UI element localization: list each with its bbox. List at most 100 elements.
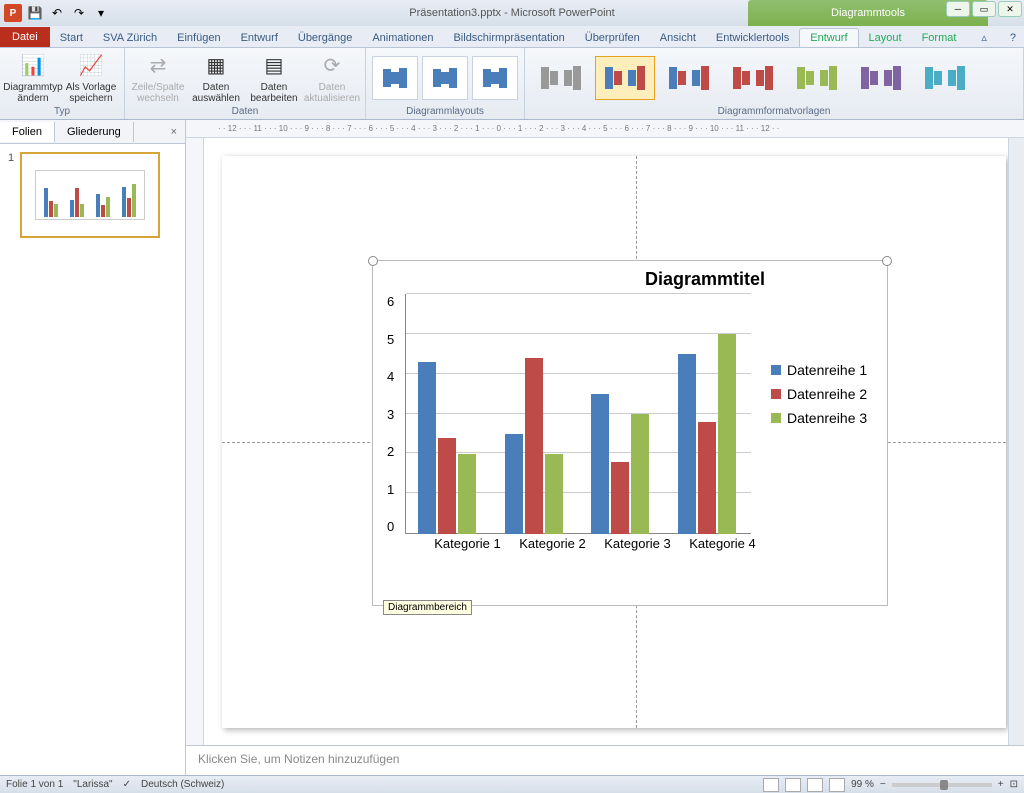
status-language[interactable]: Deutsch (Schweiz) — [141, 779, 224, 790]
chart-y-axis: 0123456 — [387, 294, 394, 534]
zoom-slider[interactable] — [892, 783, 992, 787]
group-label: Diagrammformatvorlagen — [531, 105, 1017, 117]
quick-access-toolbar: P 💾 ↶ ↷ ▾ — [0, 4, 114, 22]
chart-bar[interactable] — [678, 354, 696, 534]
zoom-out-button[interactable]: − — [880, 779, 886, 790]
slide-canvas[interactable]: Diagrammtitel 0123456 Kategorie 1Kategor… — [204, 138, 1008, 745]
tab-sva[interactable]: SVA Zürich — [93, 29, 167, 47]
refresh-data-button: ⟳Daten aktualisieren — [305, 52, 359, 104]
tab-insert[interactable]: Einfügen — [167, 29, 230, 47]
legend-item[interactable]: Datenreihe 1 — [771, 362, 867, 378]
chart-bar[interactable] — [458, 454, 476, 534]
chart-style-option[interactable] — [851, 56, 911, 100]
tab-file[interactable]: Datei — [0, 27, 50, 47]
label: Daten bearbeiten — [250, 82, 297, 104]
chart-style-option[interactable] — [659, 56, 719, 100]
tab-design[interactable]: Entwurf — [231, 29, 288, 47]
ribbon-group-type: 📊Diagrammtyp ändern 📈Als Vorlage speiche… — [0, 48, 125, 119]
powerpoint-icon: P — [4, 4, 22, 22]
chart-layout-option[interactable] — [372, 56, 418, 100]
ribbon-tabs: Datei Start SVA Zürich Einfügen Entwurf … — [0, 26, 1024, 48]
save-template-button[interactable]: 📈Als Vorlage speichern — [64, 52, 118, 104]
save-button[interactable]: 💾 — [26, 4, 44, 22]
title-bar: P 💾 ↶ ↷ ▾ Präsentation3.pptx - Microsoft… — [0, 0, 1024, 26]
chart-bar[interactable] — [525, 358, 543, 534]
ribbon-group-layouts: Diagrammlayouts — [366, 48, 525, 119]
label: Daten auswählen — [192, 82, 240, 104]
chart-tooltip: Diagrammbereich — [383, 600, 472, 615]
vertical-ruler — [186, 138, 204, 745]
chart-object[interactable]: Diagrammtitel 0123456 Kategorie 1Kategor… — [372, 260, 888, 606]
chart-style-option[interactable] — [595, 56, 655, 100]
thumb-number: 1 — [8, 152, 14, 238]
chart-bar[interactable] — [418, 362, 436, 534]
chart-bar[interactable] — [591, 394, 609, 534]
tab-chart-format[interactable]: Format — [912, 29, 967, 47]
close-button[interactable]: ✕ — [998, 1, 1022, 17]
group-label: Diagrammlayouts — [372, 105, 518, 117]
panel-tab-outline[interactable]: Gliederung — [55, 122, 134, 142]
tab-start[interactable]: Start — [50, 29, 93, 47]
chart-plot-area[interactable]: 0123456 Kategorie 1Kategorie 2Kategorie … — [401, 294, 751, 534]
ribbon-group-data: ⇄Zeile/Spalte wechseln ▦Daten auswählen … — [125, 48, 366, 119]
normal-view-button[interactable] — [763, 778, 779, 792]
panel-tab-slides[interactable]: Folien — [0, 122, 55, 142]
chart-style-option[interactable] — [723, 56, 783, 100]
tab-developer[interactable]: Entwicklertools — [706, 29, 799, 47]
ribbon-minimize[interactable]: ▵ — [973, 28, 995, 47]
chart-bar[interactable] — [611, 462, 629, 534]
maximize-button[interactable]: ▭ — [972, 1, 996, 17]
chart-layout-option[interactable] — [422, 56, 468, 100]
slideshow-view-button[interactable] — [829, 778, 845, 792]
select-data-button[interactable]: ▦Daten auswählen — [189, 52, 243, 104]
chart-title[interactable]: Diagrammtitel — [373, 261, 887, 294]
legend-item[interactable]: Datenreihe 3 — [771, 410, 867, 426]
tab-animations[interactable]: Animationen — [362, 29, 443, 47]
tab-view[interactable]: Ansicht — [650, 29, 706, 47]
chart-bar[interactable] — [698, 422, 716, 534]
label: Diagrammtyp ändern — [3, 82, 62, 104]
chart-legend[interactable]: Datenreihe 1 Datenreihe 2 Datenreihe 3 — [771, 354, 867, 574]
tab-transitions[interactable]: Übergänge — [288, 29, 362, 47]
redo-button[interactable]: ↷ — [70, 4, 88, 22]
chart-bars — [405, 294, 751, 534]
chart-bar[interactable] — [545, 454, 563, 534]
zoom-in-button[interactable]: + — [998, 779, 1004, 790]
undo-button[interactable]: ↶ — [48, 4, 66, 22]
chart-bar[interactable] — [631, 414, 649, 534]
minimize-button[interactable]: ─ — [946, 1, 970, 17]
tab-chart-design[interactable]: Entwurf — [799, 28, 858, 47]
vertical-scrollbar[interactable] — [1008, 138, 1024, 745]
change-chart-type-button[interactable]: 📊Diagrammtyp ändern — [6, 52, 60, 104]
tab-review[interactable]: Überprüfen — [575, 29, 650, 47]
edit-data-button[interactable]: ▤Daten bearbeiten — [247, 52, 301, 104]
status-slide: Folie 1 von 1 — [6, 779, 63, 790]
tab-slideshow[interactable]: Bildschirmpräsentation — [443, 29, 574, 47]
chart-bar[interactable] — [438, 438, 456, 534]
ribbon: 📊Diagrammtyp ändern 📈Als Vorlage speiche… — [0, 48, 1024, 120]
ribbon-group-styles: Diagrammformatvorlagen — [525, 48, 1024, 119]
spellcheck-icon[interactable]: ✓ — [123, 779, 131, 790]
chart-style-option[interactable] — [531, 56, 591, 100]
chart-style-option[interactable] — [915, 56, 975, 100]
label: Zeile/Spalte wechseln — [132, 82, 185, 104]
notes-pane[interactable]: Klicken Sie, um Notizen hinzuzufügen — [186, 745, 1024, 775]
label: Daten aktualisieren — [304, 82, 360, 104]
legend-item[interactable]: Datenreihe 2 — [771, 386, 867, 402]
chart-layout-option[interactable] — [472, 56, 518, 100]
chart-style-option[interactable] — [787, 56, 847, 100]
panel-close-button[interactable]: × — [163, 126, 185, 138]
help-icon[interactable]: ? — [1002, 29, 1024, 47]
horizontal-ruler: · · 12 · · · 11 · · · 10 · · · 9 · · · 8… — [186, 120, 1024, 138]
slide[interactable]: Diagrammtitel 0123456 Kategorie 1Kategor… — [222, 156, 1006, 728]
slide-edit-area: · · 12 · · · 11 · · · 10 · · · 9 · · · 8… — [186, 120, 1024, 745]
sorter-view-button[interactable] — [785, 778, 801, 792]
qat-dropdown[interactable]: ▾ — [92, 4, 110, 22]
chart-bar[interactable] — [718, 334, 736, 534]
fit-to-window-button[interactable]: ⊡ — [1010, 779, 1018, 790]
reading-view-button[interactable] — [807, 778, 823, 792]
tab-chart-layout[interactable]: Layout — [859, 29, 912, 47]
chart-bar[interactable] — [505, 434, 523, 534]
zoom-level[interactable]: 99 % — [851, 779, 874, 790]
slide-thumbnail[interactable]: 1 — [8, 152, 177, 238]
